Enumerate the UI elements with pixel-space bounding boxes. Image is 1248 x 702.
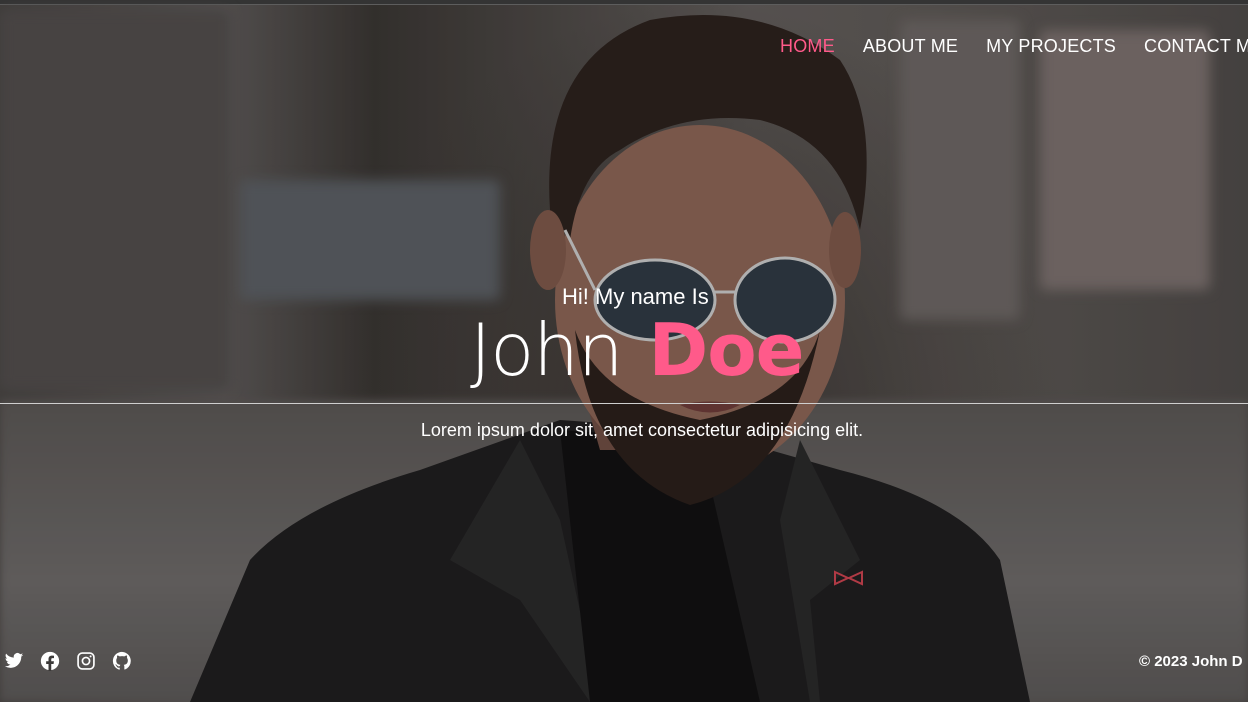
hero-tagline: Lorem ipsum dolor sit, amet consectetur … bbox=[420, 420, 864, 440]
hero-name: John Doe bbox=[470, 314, 805, 386]
github-icon[interactable] bbox=[112, 651, 132, 671]
copyright-text: © 2023 John D bbox=[1139, 653, 1243, 670]
instagram-icon[interactable] bbox=[76, 651, 96, 671]
nav-contact-me[interactable]: CONTACT ME bbox=[1144, 36, 1248, 57]
nav-my-projects[interactable]: MY PROJECTS bbox=[986, 36, 1116, 57]
first-name: John bbox=[470, 308, 624, 392]
hero-section: HOME ABOUT ME MY PROJECTS CONTACT ME Hi!… bbox=[0, 0, 1248, 702]
nav-about-me[interactable]: ABOUT ME bbox=[863, 36, 958, 57]
twitter-icon[interactable] bbox=[4, 651, 24, 671]
nav-home[interactable]: HOME bbox=[780, 36, 835, 57]
greeting-text: Hi! My name Is bbox=[562, 284, 709, 309]
social-links bbox=[4, 651, 132, 671]
main-nav: HOME ABOUT ME MY PROJECTS CONTACT ME bbox=[780, 36, 1248, 57]
hero-divider bbox=[0, 403, 1248, 404]
last-name: Doe bbox=[648, 308, 804, 392]
facebook-icon[interactable] bbox=[40, 651, 60, 671]
